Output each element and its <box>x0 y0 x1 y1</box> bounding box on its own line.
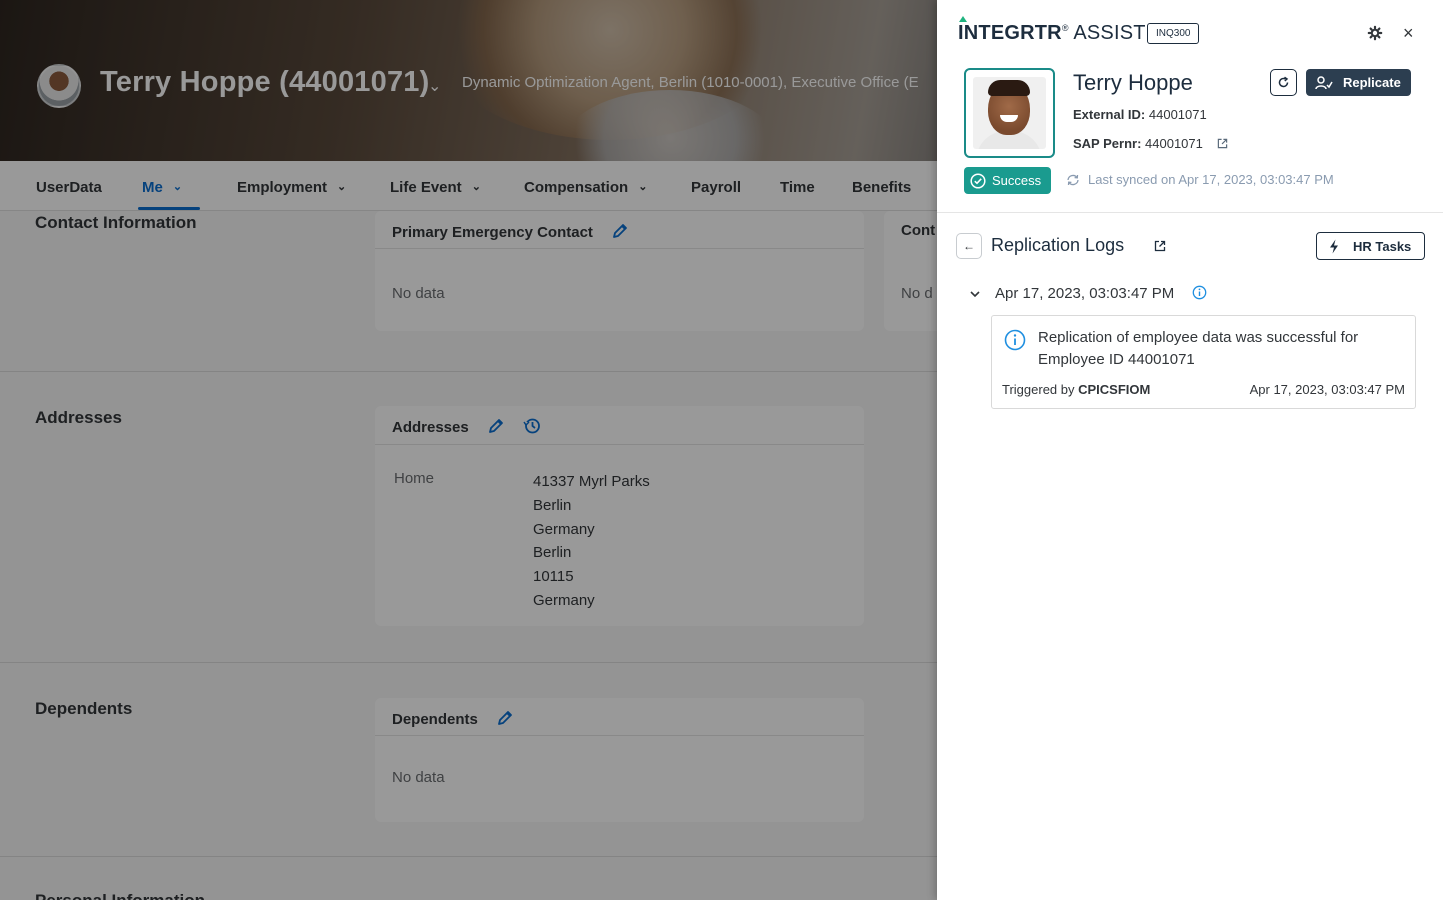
last-synced: Last synced on Apr 17, 2023, 03:03:47 PM <box>1066 172 1334 187</box>
replication-logs-title: Replication Logs <box>991 235 1125 255</box>
refresh-icon <box>1278 76 1289 88</box>
lightning-icon <box>1330 239 1338 253</box>
status-badge: Success <box>964 167 1052 194</box>
external-link-icon[interactable] <box>1217 138 1228 149</box>
employee-photo <box>964 68 1055 158</box>
external-link-icon[interactable] <box>1154 240 1166 252</box>
gear-icon[interactable] <box>1367 25 1383 41</box>
sync-icon <box>1067 174 1079 185</box>
hr-tasks-button[interactable]: HR Tasks <box>1316 232 1425 260</box>
back-button[interactable]: ← <box>956 233 982 259</box>
log-entry-card: Replication of employee data was success… <box>991 315 1416 409</box>
log-entry-date[interactable]: Apr 17, 2023, 03:03:47 PM <box>995 285 1174 302</box>
user-sync-icon <box>1315 75 1333 89</box>
logo-accent-icon <box>959 16 967 22</box>
integrtr-assist-panel: INTEGRTR® ASSIST INQ300 × Terry Hoppe Ex… <box>937 0 1443 900</box>
refresh-button[interactable] <box>1270 69 1297 96</box>
triggered-by: Triggered by CPICSFIOM <box>1002 382 1151 397</box>
employee-name: Terry Hoppe <box>1073 70 1193 95</box>
version-tag: INQ300 <box>1147 23 1200 44</box>
close-icon[interactable]: × <box>1403 24 1414 42</box>
chevron-down-icon[interactable] <box>969 288 981 300</box>
integrtr-logo: INTEGRTR® ASSIST <box>958 16 1146 45</box>
info-icon[interactable] <box>1192 285 1207 300</box>
log-message: Replication of employee data was success… <box>1038 329 1359 368</box>
replicate-button[interactable]: Replicate <box>1306 69 1411 96</box>
sap-pernr: SAP Pernr: 44001071 <box>1073 136 1228 151</box>
check-circle-icon <box>970 172 986 189</box>
log-timestamp: Apr 17, 2023, 03:03:47 PM <box>1249 382 1405 397</box>
external-id: External ID: 44001071 <box>1073 107 1207 122</box>
arrow-left-icon: ← <box>963 239 975 253</box>
info-icon <box>1004 329 1026 351</box>
